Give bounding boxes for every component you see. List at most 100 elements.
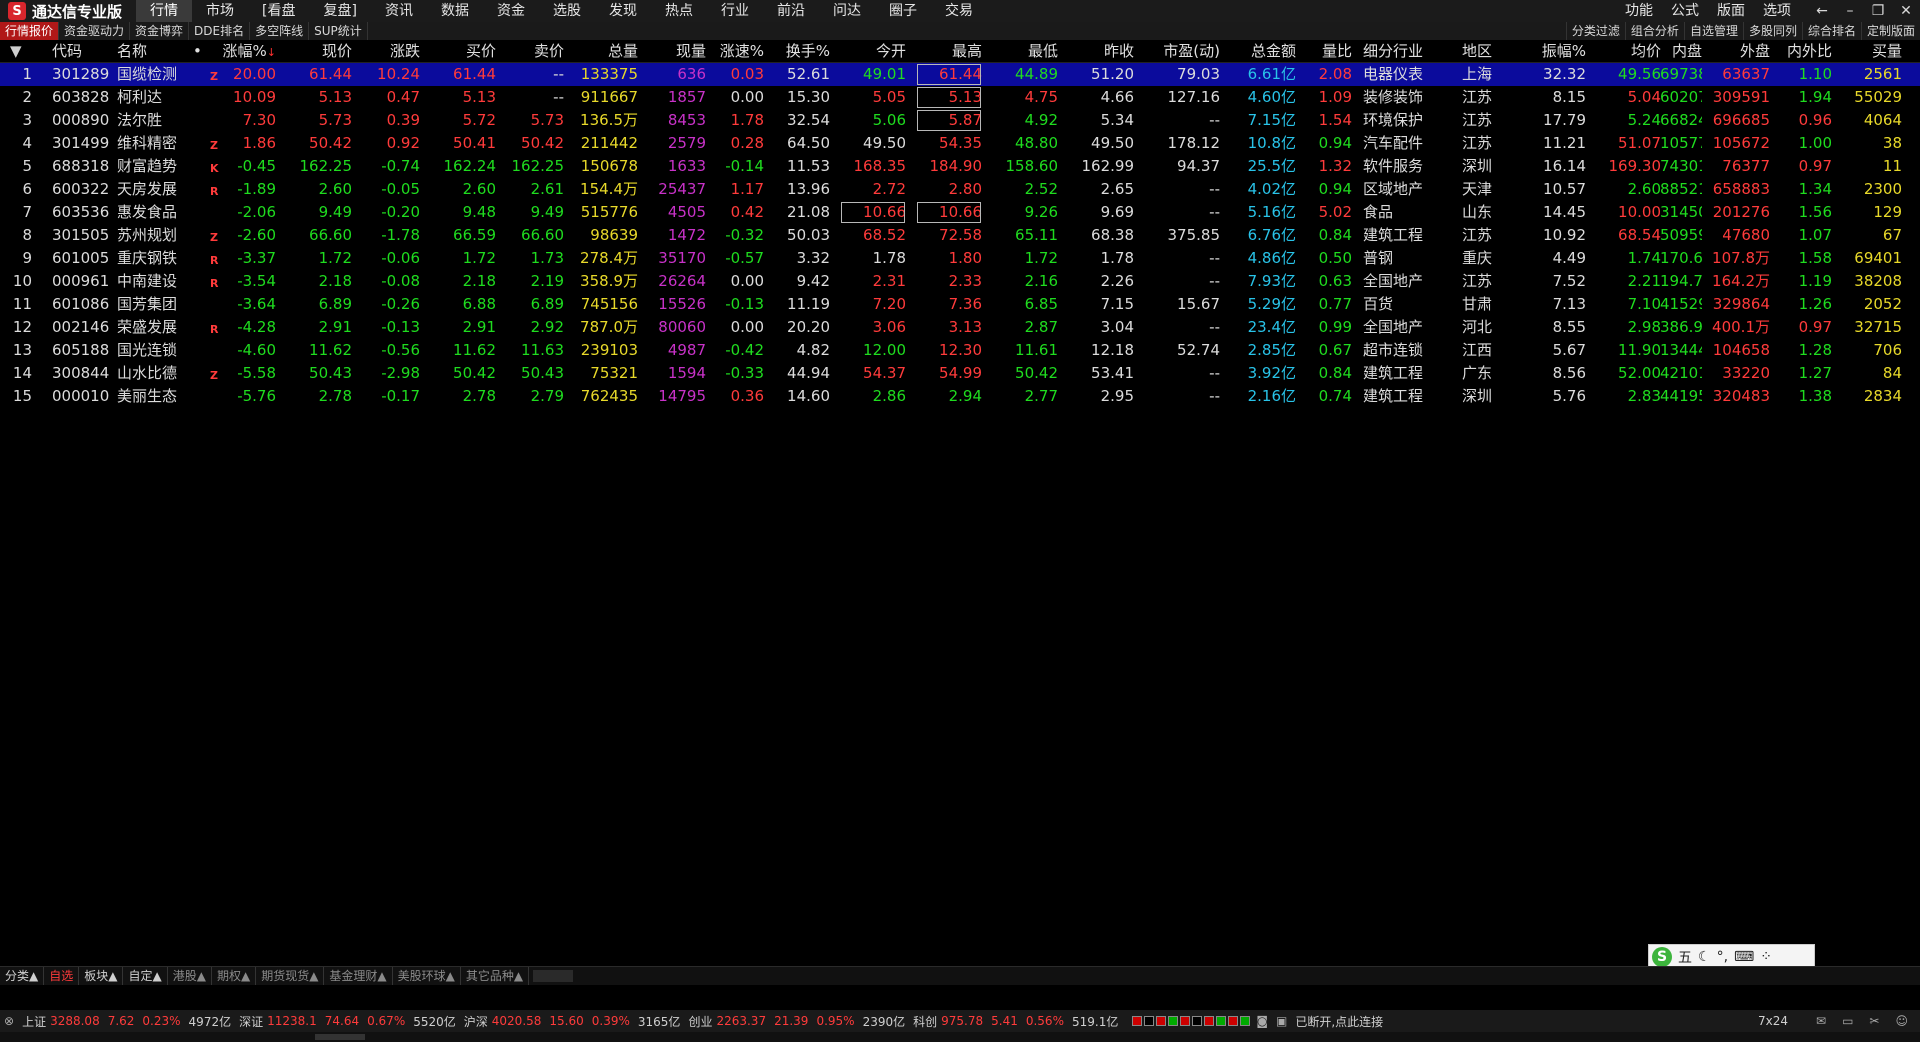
table-row[interactable]: 14 300844 山水比德 Z -5.58 50.43 -2.98 50.42 50.43 75…	[0, 362, 1920, 385]
horizontal-scrollbar[interactable]	[0, 1032, 1920, 1042]
table-row[interactable]: 4 301499 维科精密 Z 1.86 50.42 0.92 50.41 50.42 21144…	[0, 132, 1920, 155]
column-header-cur[interactable]: 现量	[650, 40, 706, 62]
punct-icon[interactable]: °,	[1717, 949, 1728, 965]
sub-tab-right[interactable]: 多股同列	[1742, 22, 1802, 40]
column-header-low[interactable]: 最低	[990, 40, 1058, 62]
sub-tab-right[interactable]: 分类过滤	[1565, 22, 1625, 40]
cell-code[interactable]: 301505	[52, 224, 112, 247]
sh-value[interactable]: 3288.08	[50, 1014, 100, 1028]
sz-value[interactable]: 11238.1	[267, 1014, 317, 1028]
bottom-tab[interactable]: 自定▲	[123, 967, 168, 985]
table-row[interactable]: 10 000961 中南建设 R -3.54 2.18 -0.08 2.18 2.19 358.9…	[0, 270, 1920, 293]
cell-name[interactable]: 柯利达	[117, 86, 197, 109]
bottom-tab[interactable]: 基金理财▲	[324, 967, 393, 985]
cell-name[interactable]: 维科精密	[117, 132, 197, 155]
moon-icon[interactable]: ☾	[1698, 949, 1711, 965]
column-header-ask[interactable]: 卖价	[506, 40, 564, 62]
menu-item[interactable]: 资讯	[371, 0, 427, 22]
column-header-inner[interactable]: 内盘	[1660, 40, 1702, 62]
table-row[interactable]: 2 603828 柯利达 10.09 5.13 0.47 5.13 -- 911667 1857 0…	[0, 86, 1920, 109]
table-row[interactable]: 13 605188 国光连锁 -4.60 11.62 -0.56 11.62 11.63 239…	[0, 339, 1920, 362]
menu-item[interactable]: 交易	[931, 0, 987, 22]
back-icon[interactable]: ←	[1808, 0, 1836, 22]
bottom-tab[interactable]: 期货现货▲	[256, 967, 325, 985]
cell-code[interactable]: 301289	[52, 63, 112, 86]
status-settings-icon[interactable]: ⊗	[4, 1014, 14, 1028]
bottom-tab[interactable]: 美股环球▲	[393, 967, 461, 985]
hs-value[interactable]: 4020.58	[492, 1014, 542, 1028]
cell-name[interactable]: 荣盛发展	[117, 316, 197, 339]
table-row[interactable]: 12 002146 荣盛发展 R -4.28 2.91 -0.13 2.91 2.92 787.0…	[0, 316, 1920, 339]
menu-item[interactable]: 问达	[819, 0, 875, 22]
column-header-name[interactable]: 名称	[117, 40, 197, 62]
cell-code[interactable]: 601005	[52, 247, 112, 270]
mode-7x24[interactable]: 7x24	[1758, 1014, 1788, 1028]
column-header-high[interactable]: 最高	[916, 40, 982, 62]
right-menu-item[interactable]: 版面	[1708, 0, 1754, 22]
column-header-turn[interactable]: 换手%	[772, 40, 830, 62]
sub-tab-right[interactable]: 综合排名	[1801, 22, 1861, 40]
table-row[interactable]: 15 000010 美丽生态 -5.76 2.78 -0.17 2.78 2.79 762435…	[0, 385, 1920, 408]
column-header-avg[interactable]: 均价	[1595, 40, 1661, 62]
bottom-tab[interactable]: 期权▲	[212, 967, 257, 985]
cell-name[interactable]: 重庆钢铁	[117, 247, 197, 270]
menu-item[interactable]: 数据	[427, 0, 483, 22]
column-header-prev[interactable]: 昨收	[1066, 40, 1134, 62]
cell-name[interactable]: 财富趋势	[117, 155, 197, 178]
bottom-tab[interactable]: 分类▲	[0, 967, 45, 985]
cell-code[interactable]: 000961	[52, 270, 112, 293]
bottom-tab[interactable]: 其它品种▲	[461, 967, 530, 985]
cell-name[interactable]: 苏州规划	[117, 224, 197, 247]
sub-tab[interactable]: 资金博弈	[130, 22, 190, 40]
cell-name[interactable]: 天房发展	[117, 178, 197, 201]
bottom-tab[interactable]: 板块▲	[79, 967, 124, 985]
column-header-pe[interactable]: 市盈(动)	[1142, 40, 1220, 62]
column-header-chg_pct[interactable]: 涨幅%↓	[220, 40, 276, 62]
cell-name[interactable]: 山水比德	[117, 362, 197, 385]
cell-code[interactable]: 600322	[52, 178, 112, 201]
table-row[interactable]: 5 688318 财富趋势 K -0.45 162.25 -0.74 162.24 162.25…	[0, 155, 1920, 178]
cell-name[interactable]: 国缆检测	[117, 63, 197, 86]
menu-item[interactable]: 前沿	[763, 0, 819, 22]
column-header-bvol[interactable]: 买量	[1840, 40, 1902, 62]
cell-code[interactable]: 300844	[52, 362, 112, 385]
cell-code[interactable]: 000890	[52, 109, 112, 132]
bottom-tab[interactable]: 自选	[44, 967, 80, 985]
column-header-mark[interactable]: •	[193, 40, 207, 62]
right-menu-item[interactable]: 公式	[1662, 0, 1708, 22]
table-row[interactable]: 8 301505 苏州规划 Z -2.60 66.60 -1.78 66.59 66.60 986…	[0, 224, 1920, 247]
menu-item[interactable]: 选股	[539, 0, 595, 22]
connection-status[interactable]: 已断开,点此连接	[1295, 1013, 1383, 1030]
right-menu-item[interactable]: 功能	[1616, 0, 1662, 22]
camera-icon[interactable]: ◙	[1256, 1014, 1268, 1028]
cell-code[interactable]: 301499	[52, 132, 112, 155]
column-header-code[interactable]: 代码	[52, 40, 112, 62]
table-row[interactable]: 7 603536 惠发食品 -2.06 9.49 -0.20 9.48 9.49 515776 4…	[0, 201, 1920, 224]
column-header-ind[interactable]: 细分行业	[1363, 40, 1439, 62]
cell-code[interactable]: 603828	[52, 86, 112, 109]
chat-icon[interactable]: ▭	[1842, 1014, 1853, 1028]
table-row[interactable]: 3 000890 法尔胜 7.30 5.73 0.39 5.72 5.73 136.5万 8453…	[0, 109, 1920, 132]
menu-item[interactable]: 资金	[483, 0, 539, 22]
table-row[interactable]: 9 601005 重庆钢铁 R -3.37 1.72 -0.06 1.72 1.73 278.4万…	[0, 247, 1920, 270]
cell-code[interactable]: 605188	[52, 339, 112, 362]
right-menu-item[interactable]: 选项	[1754, 0, 1800, 22]
sub-tab[interactable]: 行情报价	[0, 22, 60, 40]
minimize-icon[interactable]: –	[1836, 0, 1864, 22]
sub-tab-right[interactable]: 定制版面	[1860, 22, 1920, 40]
sub-tab[interactable]: DDE排名	[189, 22, 251, 40]
restore-icon[interactable]: ❐	[1864, 0, 1892, 22]
scrollbar-thumb[interactable]	[315, 1034, 365, 1040]
table-row[interactable]: 11 601086 国芳集团 -3.64 6.89 -0.26 6.88 6.89 745156…	[0, 293, 1920, 316]
menu-item[interactable]: 行情	[136, 0, 193, 22]
column-header-amp[interactable]: 振幅%	[1516, 40, 1586, 62]
cell-name[interactable]: 国光连锁	[117, 339, 197, 362]
sub-tab[interactable]: SUP统计	[309, 22, 368, 40]
menu-item[interactable]: 复盘]	[309, 0, 370, 22]
cell-code[interactable]: 688318	[52, 155, 112, 178]
column-header-chg[interactable]: 涨跌	[362, 40, 420, 62]
column-menu-icon[interactable]: ▼	[10, 40, 24, 62]
kc-value[interactable]: 975.78	[941, 1014, 983, 1028]
menu-item[interactable]: 热点	[651, 0, 707, 22]
cy-value[interactable]: 2263.37	[716, 1014, 766, 1028]
